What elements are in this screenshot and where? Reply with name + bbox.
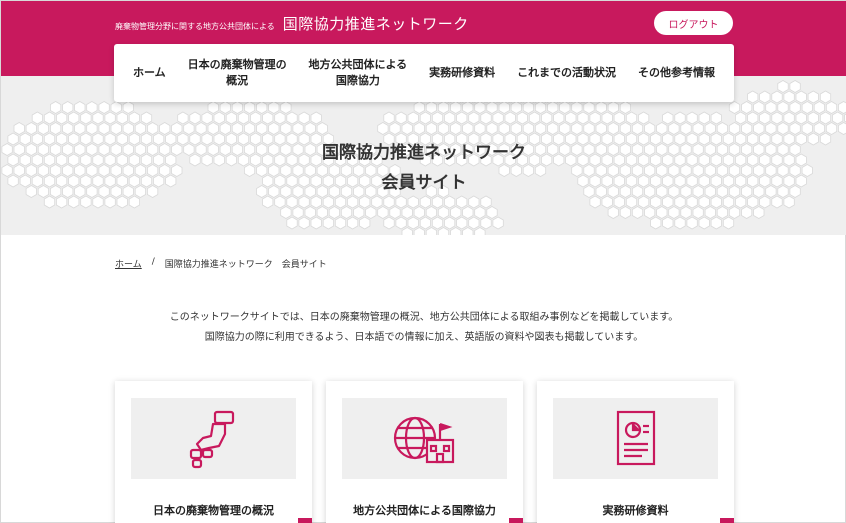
card-corner-accent [509, 518, 523, 523]
breadcrumb-current: 国際協力推進ネットワーク 会員サイト [164, 260, 327, 270]
breadcrumb-separator: / [151, 257, 155, 267]
card-corner-accent [298, 518, 312, 523]
site-brand[interactable]: 廃棄物管理分野に関する地方公共団体による 国際協力推進ネットワーク [115, 13, 469, 34]
globe-building-icon [393, 416, 454, 463]
nav-item-activities[interactable]: これまでの活動状況 [517, 65, 616, 81]
card-corner-accent [720, 518, 734, 523]
nav-item-other-references[interactable]: その他参考情報 [638, 65, 715, 81]
document-chart-icon [616, 410, 655, 465]
site-subtitle: 廃棄物管理分野に関する地方公共団体による [115, 22, 275, 31]
intro-text: このネットワークサイトでは、日本の廃棄物管理の概況、地方公共団体による取組み事例… [1, 308, 846, 347]
hero-title: 国際協力推進ネットワーク 会員サイト [322, 143, 526, 193]
logout-button[interactable]: ログアウト [654, 11, 733, 35]
card-label: 地方公共団体による国際協力 [353, 504, 496, 517]
nav-item-waste-overview[interactable]: 日本の廃棄物管理の 概況 [188, 57, 287, 89]
card-label: 日本の廃棄物管理の概況 [153, 504, 274, 517]
breadcrumb: ホーム / 国際協力推進ネットワーク 会員サイト [115, 257, 327, 270]
site-title: 国際協力推進ネットワーク [282, 15, 469, 33]
intro-line-1: このネットワークサイトでは、日本の廃棄物管理の概況、地方公共団体による取組み事例… [169, 312, 679, 323]
nav-item-local-cooperation[interactable]: 地方公共団体による 国際協力 [309, 57, 408, 89]
card-training-materials[interactable]: 実務研修資料 [537, 381, 734, 523]
global-nav: ホーム 日本の廃棄物管理の 概況 地方公共団体による 国際協力 実務研修資料 こ… [114, 44, 734, 102]
nav-item-training-materials[interactable]: 実務研修資料 [429, 65, 495, 81]
card-image [342, 398, 507, 479]
card-waste-overview[interactable]: 日本の廃棄物管理の概況 [115, 381, 312, 523]
breadcrumb-home-link[interactable]: ホーム [115, 257, 142, 270]
card-image [131, 398, 296, 479]
nav-item-home[interactable]: ホーム [133, 65, 166, 81]
intro-line-2: 国際協力の際に利用できるよう、日本語での情報に加え、英語版の資料や図表も掲載して… [204, 331, 644, 343]
card-image [553, 398, 718, 479]
card-label: 実務研修資料 [602, 504, 669, 517]
card-local-cooperation[interactable]: 地方公共団体による国際協力 [326, 381, 523, 523]
japan-map-icon [189, 410, 234, 468]
